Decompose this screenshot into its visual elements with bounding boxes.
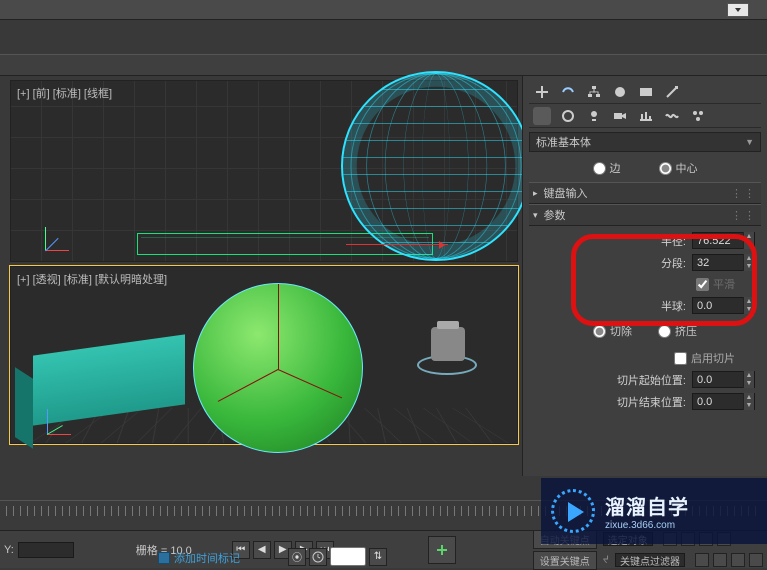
dropdown-value: 标准基本体 bbox=[536, 134, 591, 150]
current-frame-input[interactable] bbox=[330, 547, 366, 566]
slice-from-input[interactable] bbox=[693, 374, 743, 386]
tag-icon bbox=[158, 552, 170, 564]
command-panel: 标准基本体 ▼ 边 中心 ▸ 键盘输入 ⋮⋮ ▾ 参数 ⋮⋮ 半径: ▲▼ bbox=[522, 76, 767, 476]
set-key-button[interactable]: 设置关键点 bbox=[533, 551, 597, 570]
watermark-brand: 溜溜自学 bbox=[605, 491, 689, 520]
squash-radio[interactable]: 挤压 bbox=[658, 323, 697, 339]
slice-to-input[interactable] bbox=[693, 396, 743, 408]
x-axis-marker bbox=[346, 244, 448, 245]
nav-icon-7[interactable] bbox=[731, 553, 745, 567]
collapse-icon: ▾ bbox=[533, 210, 538, 221]
nav-icon-5[interactable] bbox=[695, 553, 709, 567]
expand-icon: ▸ bbox=[533, 188, 538, 199]
smooth-label: 平滑 bbox=[713, 276, 735, 292]
watermark-overlay: 溜溜自学 zixue.3d66.com bbox=[541, 478, 767, 544]
creation-method-row: 边 中心 bbox=[529, 156, 761, 182]
helpers-icon[interactable] bbox=[637, 107, 655, 125]
chevron-down-icon: ▼ bbox=[745, 137, 754, 147]
geometry-icon[interactable] bbox=[533, 107, 551, 125]
slice-to-spinner[interactable]: ▲▼ bbox=[692, 393, 755, 410]
axis-gizmo bbox=[43, 405, 73, 435]
mesh-teapot[interactable] bbox=[417, 321, 477, 375]
hemisphere-input[interactable] bbox=[693, 300, 743, 312]
set-key-big-button[interactable] bbox=[428, 536, 456, 564]
create-tab-icon[interactable] bbox=[533, 83, 551, 101]
display-tab-icon[interactable] bbox=[637, 83, 655, 101]
shapes-icon[interactable] bbox=[559, 107, 577, 125]
y-coord-label: Y: bbox=[4, 544, 14, 556]
rollout-keyboard-entry[interactable]: ▸ 键盘输入 ⋮⋮ bbox=[529, 182, 761, 204]
utilities-tab-icon[interactable] bbox=[663, 83, 681, 101]
viewport-top[interactable]: [+] [前] [标准] [线框] bbox=[10, 80, 518, 262]
segments-label: 分段: bbox=[622, 255, 686, 271]
watermark-logo-icon bbox=[551, 489, 595, 533]
hemisphere-spinner[interactable]: ▲▼ bbox=[692, 297, 755, 314]
slice-on-label: 启用切片 bbox=[691, 350, 735, 366]
radius-input[interactable] bbox=[693, 235, 743, 247]
add-time-tag[interactable]: 添加时间标记 bbox=[158, 550, 240, 566]
lights-icon[interactable] bbox=[585, 107, 603, 125]
nav-icon-6[interactable] bbox=[713, 553, 727, 567]
radius-label: 半径: bbox=[622, 233, 686, 249]
secondary-toolbar bbox=[0, 54, 767, 76]
modify-tab-icon[interactable] bbox=[559, 83, 577, 101]
viewport-label-top[interactable]: [+] [前] [标准] [线框] bbox=[17, 85, 112, 101]
step-size-button[interactable]: ⇅ bbox=[369, 548, 387, 566]
mesh-sphere-selected[interactable] bbox=[193, 283, 363, 453]
systems-icon[interactable] bbox=[689, 107, 707, 125]
smooth-checkbox[interactable] bbox=[696, 278, 709, 291]
time-config-button[interactable] bbox=[309, 548, 327, 566]
watermark-url: zixue.3d66.com bbox=[605, 520, 689, 531]
prev-frame-button[interactable]: ◀ bbox=[253, 541, 271, 559]
axis-gizmo bbox=[45, 221, 75, 251]
chop-radio[interactable]: 切除 bbox=[593, 323, 632, 339]
motion-tab-icon[interactable] bbox=[611, 83, 629, 101]
primitive-category-dropdown[interactable]: 标准基本体 ▼ bbox=[529, 132, 761, 152]
hemisphere-label: 半球: bbox=[622, 298, 686, 314]
viewport-perspective[interactable]: [+] [透视] [标准] [默认明暗处理] bbox=[10, 266, 518, 444]
segments-input[interactable] bbox=[693, 257, 743, 269]
cameras-icon[interactable] bbox=[611, 107, 629, 125]
method-center-radio[interactable]: 中心 bbox=[659, 160, 698, 176]
key-filter-dropdown[interactable]: 关键点过滤器 bbox=[615, 553, 685, 567]
y-coord-input[interactable] bbox=[18, 542, 74, 558]
slice-from-spinner[interactable]: ▲▼ bbox=[692, 371, 755, 388]
key-mode-button[interactable]: ⦿ bbox=[288, 548, 306, 566]
slice-from-label: 切片起始位置: bbox=[602, 372, 686, 388]
segments-spinner[interactable]: ▲▼ bbox=[692, 254, 755, 271]
spacewarps-icon[interactable] bbox=[663, 107, 681, 125]
parameters-body: 半径: ▲▼ 分段: ▲▼ 平滑 半球: bbox=[529, 226, 761, 418]
viewport-label-persp[interactable]: [+] [透视] [标准] [默认明暗处理] bbox=[17, 271, 167, 287]
wireframe-sphere[interactable] bbox=[341, 71, 531, 261]
slice-on-checkbox[interactable] bbox=[674, 352, 687, 365]
top-strip-button[interactable] bbox=[727, 3, 749, 17]
method-edge-radio[interactable]: 边 bbox=[593, 160, 621, 176]
nav-icon-8[interactable] bbox=[749, 553, 763, 567]
rollout-parameters[interactable]: ▾ 参数 ⋮⋮ bbox=[529, 204, 761, 226]
radius-spinner[interactable]: ▲▼ bbox=[692, 232, 755, 249]
slice-to-label: 切片结束位置: bbox=[602, 394, 686, 410]
hierarchy-tab-icon[interactable] bbox=[585, 83, 603, 101]
